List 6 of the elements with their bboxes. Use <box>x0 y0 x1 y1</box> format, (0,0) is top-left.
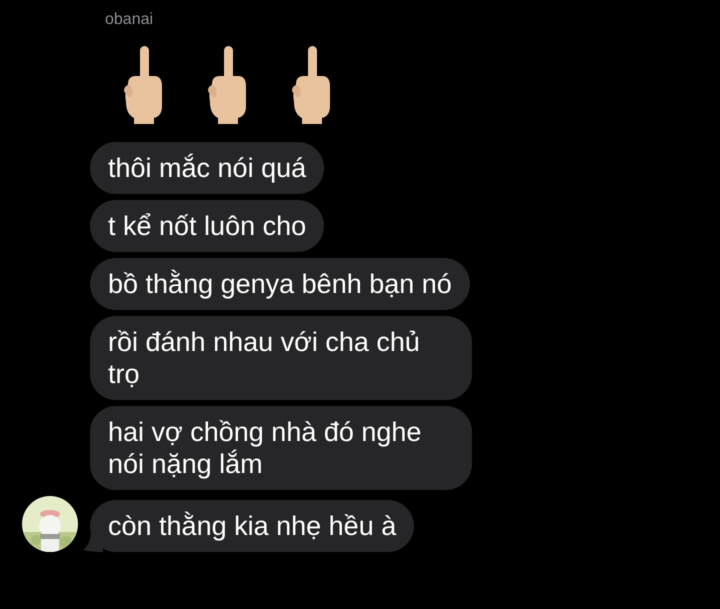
message-bubble: rồi đánh nhau với cha chủ trọ <box>90 316 472 400</box>
message-bubble: thôi mắc nói quá <box>90 142 324 194</box>
message-bubble: bồ thằng genya bênh bạn nó <box>90 258 470 310</box>
message-bubble: t kể nốt luôn cho <box>90 200 324 252</box>
message-bubble: hai vợ chồng nhà đó nghe nói nặng lắm <box>90 406 472 490</box>
sender-name: obanai <box>105 10 154 30</box>
